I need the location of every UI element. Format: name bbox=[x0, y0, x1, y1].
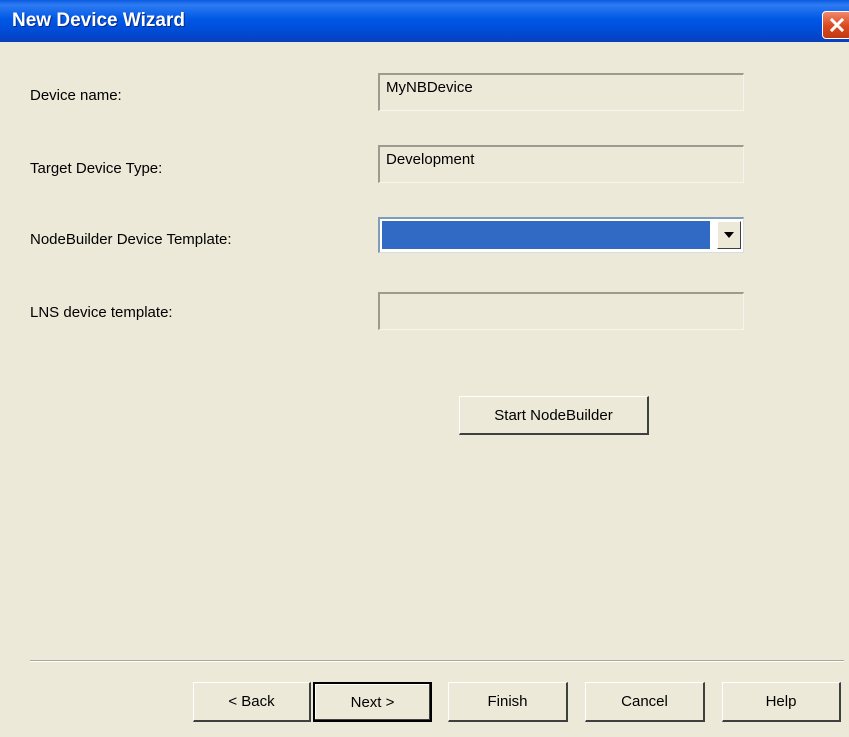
back-button[interactable]: < Back bbox=[193, 682, 311, 722]
window-title: New Device Wizard bbox=[12, 10, 186, 31]
start-nodebuilder-button[interactable]: Start NodeBuilder bbox=[459, 396, 649, 435]
nodebuilder-template-label: NodeBuilder Device Template: bbox=[30, 231, 232, 248]
cancel-button[interactable]: Cancel bbox=[585, 682, 705, 722]
nodebuilder-template-dropdown[interactable] bbox=[378, 217, 744, 253]
lns-template-field bbox=[378, 292, 744, 330]
finish-button[interactable]: Finish bbox=[448, 682, 568, 722]
target-device-type-label: Target Device Type: bbox=[30, 160, 163, 177]
device-name-label: Device name: bbox=[30, 87, 122, 104]
close-icon bbox=[830, 18, 844, 32]
title-bar: New Device Wizard bbox=[0, 0, 849, 42]
device-name-field: MyNBDevice bbox=[378, 73, 744, 111]
separator bbox=[30, 660, 844, 662]
nodebuilder-template-selection[interactable] bbox=[382, 221, 710, 249]
next-button[interactable]: Next > bbox=[313, 682, 432, 722]
lns-template-label: LNS device template: bbox=[30, 304, 173, 321]
target-device-type-field: Development bbox=[378, 145, 744, 183]
dropdown-button[interactable] bbox=[717, 221, 741, 249]
close-button[interactable] bbox=[822, 11, 849, 39]
chevron-down-icon bbox=[724, 232, 734, 238]
help-button[interactable]: Help bbox=[722, 682, 841, 722]
